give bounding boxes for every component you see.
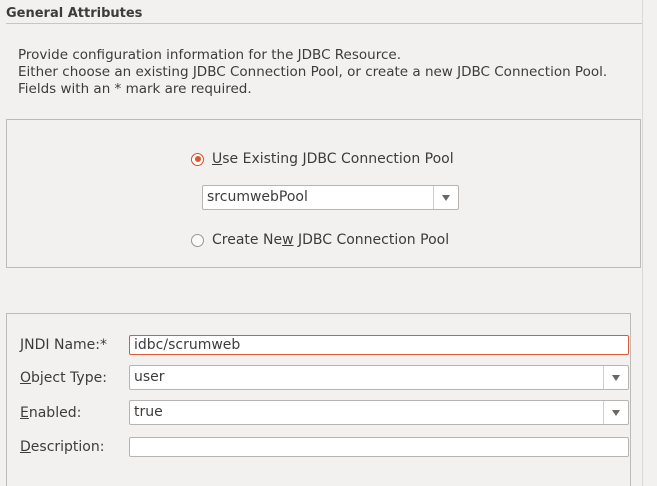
vertical-scrollbar[interactable] bbox=[642, 0, 657, 486]
create-new-mnemonic: w bbox=[282, 232, 294, 248]
enabled-label-rest: nabled: bbox=[28, 405, 82, 421]
object-type-mnemonic: O bbox=[20, 370, 32, 386]
connection-pool-dropdown-button[interactable] bbox=[433, 186, 458, 209]
chevron-down-icon bbox=[442, 194, 450, 201]
description-input[interactable] bbox=[129, 437, 629, 457]
enabled-mnemonic: E bbox=[20, 405, 29, 421]
resource-attributes-panel: JNDI Name:* idbc/scrumweb Object Type: u… bbox=[6, 313, 631, 486]
intro-line-3: Fields with an * mark are required. bbox=[18, 81, 252, 97]
description-label: Description: bbox=[20, 439, 104, 455]
jndi-name-label: JNDI Name:* bbox=[20, 337, 107, 353]
section-header: General Attributes bbox=[6, 5, 642, 24]
enabled-dropdown[interactable]: true bbox=[129, 400, 629, 425]
connection-pool-dropdown[interactable]: srcumwebPool bbox=[202, 185, 459, 210]
use-existing-pool-radio[interactable] bbox=[191, 152, 204, 166]
object-type-value: user bbox=[134, 369, 165, 385]
create-new-label-after: JDBC Connection Pool bbox=[293, 232, 450, 248]
description-label-rest: escription: bbox=[30, 439, 105, 455]
create-new-pool-label: Create New JDBC Connection Pool bbox=[212, 232, 449, 248]
description-mnemonic: D bbox=[20, 439, 31, 455]
create-new-pool-radio-option[interactable]: Create New JDBC Connection Pool bbox=[191, 232, 449, 248]
intro-line-1: Provide configuration information for th… bbox=[18, 47, 401, 63]
create-new-pool-radio[interactable] bbox=[191, 233, 204, 247]
use-existing-pool-label: Use Existing JDBC Connection Pool bbox=[212, 151, 454, 167]
object-type-label: Object Type: bbox=[20, 370, 107, 386]
use-existing-mnemonic: U bbox=[212, 151, 223, 167]
object-type-dropdown[interactable]: user bbox=[129, 365, 629, 390]
use-existing-pool-radio-option[interactable]: Use Existing JDBC Connection Pool bbox=[191, 151, 454, 167]
jndi-label-rest: NDI Name:* bbox=[24, 337, 107, 353]
intro-text: Provide configuration information for th… bbox=[18, 47, 607, 98]
enabled-dropdown-button[interactable] bbox=[603, 401, 628, 424]
object-type-dropdown-button[interactable] bbox=[603, 366, 628, 389]
connection-pool-panel: Use Existing JDBC Connection Pool srcumw… bbox=[6, 119, 641, 268]
use-existing-label-rest: se Existing JDBC Connection Pool bbox=[222, 151, 454, 167]
intro-line-2: Either choose an existing JDBC Connectio… bbox=[18, 64, 608, 80]
create-new-label-before: Create Ne bbox=[212, 232, 283, 248]
enabled-value: true bbox=[134, 404, 163, 420]
jndi-name-value: idbc/scrumweb bbox=[134, 337, 241, 353]
chevron-down-icon bbox=[612, 409, 620, 416]
connection-pool-dropdown-value: srcumwebPool bbox=[207, 189, 308, 205]
chevron-down-icon bbox=[612, 374, 620, 381]
object-type-label-rest: bject Type: bbox=[31, 370, 107, 386]
section-title: General Attributes bbox=[6, 6, 143, 21]
enabled-label: Enabled: bbox=[20, 405, 81, 421]
jndi-name-input[interactable]: idbc/scrumweb bbox=[129, 335, 629, 355]
